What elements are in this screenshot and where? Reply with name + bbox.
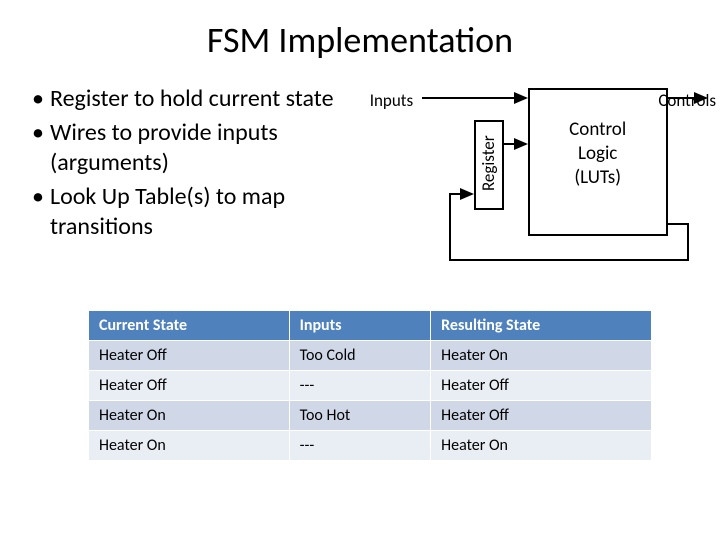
bullet-item: Look Up Table(s) to map transitions — [32, 182, 362, 242]
bullet-item: Wires to provide inputs (arguments) — [32, 118, 362, 178]
control-logic-box: Control Logic (LUTs) — [528, 88, 668, 236]
cell: --- — [289, 431, 431, 461]
logic-line: Logic — [530, 142, 666, 166]
slide: FSM Implementation Register to hold curr… — [0, 0, 720, 540]
register-label: Register — [474, 118, 504, 208]
cell: Heater Off — [431, 401, 652, 431]
bullet-list: Register to hold current state Wires to … — [28, 84, 370, 294]
cell: Heater Off — [89, 341, 290, 371]
th-resulting-state: Resulting State — [431, 311, 652, 341]
table-row: Heater Off Too Cold Heater On — [89, 341, 652, 371]
cell: Heater On — [89, 431, 290, 461]
table-header-row: Current State Inputs Resulting State — [89, 311, 652, 341]
upper-section: Register to hold current state Wires to … — [28, 84, 692, 294]
logic-line: Control — [530, 118, 666, 142]
cell: Too Cold — [289, 341, 431, 371]
table-row: Heater On --- Heater On — [89, 431, 652, 461]
cell: Heater On — [89, 401, 290, 431]
cell: Heater On — [431, 341, 652, 371]
cell: --- — [289, 371, 431, 401]
cell: Too Hot — [289, 401, 431, 431]
fsm-diagram: Inputs Controls Register — [370, 84, 692, 294]
cell: Heater Off — [431, 371, 652, 401]
bullet-item: Register to hold current state — [32, 84, 362, 114]
th-current-state: Current State — [89, 311, 290, 341]
cell: Heater Off — [89, 371, 290, 401]
page-title: FSM Implementation — [28, 18, 692, 62]
table-row: Heater Off --- Heater Off — [89, 371, 652, 401]
transition-table: Current State Inputs Resulting State Hea… — [88, 310, 652, 461]
cell: Heater On — [431, 431, 652, 461]
table-row: Heater On Too Hot Heater Off — [89, 401, 652, 431]
logic-line: (LUTs) — [530, 166, 666, 190]
th-inputs: Inputs — [289, 311, 431, 341]
